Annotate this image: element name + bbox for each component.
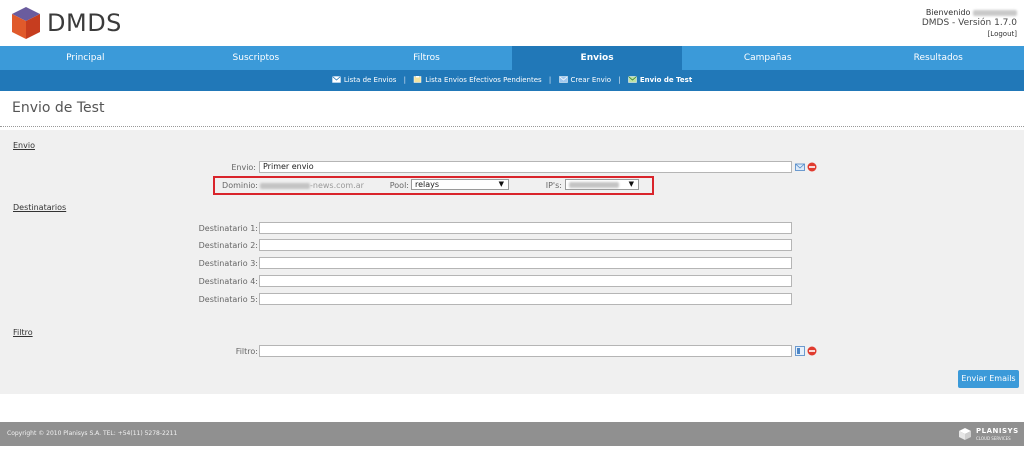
planisys-logo-name: PLANISYS	[976, 427, 1019, 435]
subnav-envio-test[interactable]: Envio de Test	[640, 76, 692, 84]
dmds-logo-icon	[12, 7, 40, 39]
envelope-icon[interactable]	[795, 162, 805, 172]
remove-icon[interactable]	[807, 346, 817, 356]
destinatario-1-input[interactable]	[259, 222, 792, 234]
filtro-label: Filtro:	[235, 347, 258, 356]
title-divider	[0, 126, 1024, 127]
footer: Copyright © 2010 Planisys S.A. TEL: +54(…	[0, 422, 1024, 446]
pool-selected: relays	[415, 180, 440, 189]
clipboard-icon	[414, 76, 422, 83]
nav-campanas[interactable]: Campañas	[682, 46, 853, 70]
remove-icon[interactable]	[807, 162, 817, 172]
planisys-logo-sub: CLOUD SERVICES	[976, 436, 1011, 441]
planisys-logo: PLANISYS CLOUD SERVICES	[956, 426, 1019, 442]
section-destinatarios: Destinatarios	[13, 203, 67, 212]
dominio-value-blurred: -news.com.ar	[260, 181, 364, 190]
subnav-lista-envios[interactable]: Lista de Envios	[344, 76, 397, 84]
header: DMDS Bienvenido DMDS - Versión 1.7.0 [Lo…	[0, 0, 1024, 46]
envio-label: Envio:	[231, 163, 256, 172]
envio-input[interactable]: Primer envio	[259, 161, 792, 173]
enviar-emails-button[interactable]: Enviar Emails	[958, 370, 1019, 388]
username-blurred	[973, 9, 1017, 16]
section-filtro: Filtro	[13, 328, 33, 337]
pool-label: Pool:	[389, 181, 409, 190]
destinatario-4-label: Destinatario 4:	[198, 277, 258, 286]
main-nav: Principal Suscriptos Filtros Envios Camp…	[0, 46, 1024, 70]
ips-label: IP's:	[545, 181, 562, 190]
page-title: Envio de Test	[12, 100, 105, 116]
nav-principal[interactable]: Principal	[0, 46, 171, 70]
subnav-crear-envio[interactable]: Crear Envio	[571, 76, 612, 84]
user-welcome: Bienvenido DMDS - Versión 1.7.0 [Logout]	[922, 7, 1017, 40]
test-mail-icon	[628, 76, 637, 83]
dominio-label: Dominio:	[222, 181, 258, 190]
destinatario-2-input[interactable]	[259, 239, 792, 251]
destinatario-1-label: Destinatario 1:	[198, 224, 258, 233]
chevron-down-icon: ▼	[628, 180, 634, 188]
planisys-cube-icon	[959, 428, 971, 440]
envelope-icon	[332, 76, 341, 83]
filter-picker-icon[interactable]	[795, 346, 805, 356]
chevron-down-icon: ▼	[498, 180, 504, 188]
copyright-text: Copyright © 2010 Planisys S.A. TEL: +54(…	[7, 430, 178, 437]
create-mail-icon	[558, 76, 568, 83]
ips-blurred	[569, 181, 619, 188]
ips-select[interactable]: ▼	[565, 179, 639, 190]
dominio-blur	[260, 182, 310, 189]
destinatario-3-input[interactable]	[259, 257, 792, 269]
subnav-separator: |	[403, 76, 407, 84]
subnav-separator: |	[618, 76, 621, 84]
destinatario-3-label: Destinatario 3:	[198, 259, 258, 268]
logout-link[interactable]: [Logout]	[922, 29, 1017, 40]
subnav-separator: |	[548, 76, 552, 84]
pool-select[interactable]: relays ▼	[411, 179, 509, 190]
destinatario-5-label: Destinatario 5:	[198, 295, 258, 304]
subnav-lista-pendientes[interactable]: Lista Envios Efectivos Pendientes	[425, 76, 541, 84]
filtro-input[interactable]	[259, 345, 792, 357]
nav-envios[interactable]: Envios	[511, 46, 683, 70]
nav-resultados[interactable]: Resultados	[853, 46, 1024, 70]
destinatario-4-input[interactable]	[259, 275, 792, 287]
sub-nav: Lista de Envios | Lista Envios Efectivos…	[0, 70, 1024, 91]
destinatario-2-label: Destinatario 2:	[198, 241, 258, 250]
brand-name: DMDS	[47, 9, 122, 37]
nav-suscriptos[interactable]: Suscriptos	[171, 46, 342, 70]
section-envio: Envio	[13, 141, 35, 150]
welcome-label: Bienvenido	[925, 8, 971, 17]
version-text: DMDS - Versión 1.7.0	[921, 18, 1017, 28]
nav-filtros[interactable]: Filtros	[341, 46, 512, 70]
destinatario-5-input[interactable]	[259, 293, 792, 305]
